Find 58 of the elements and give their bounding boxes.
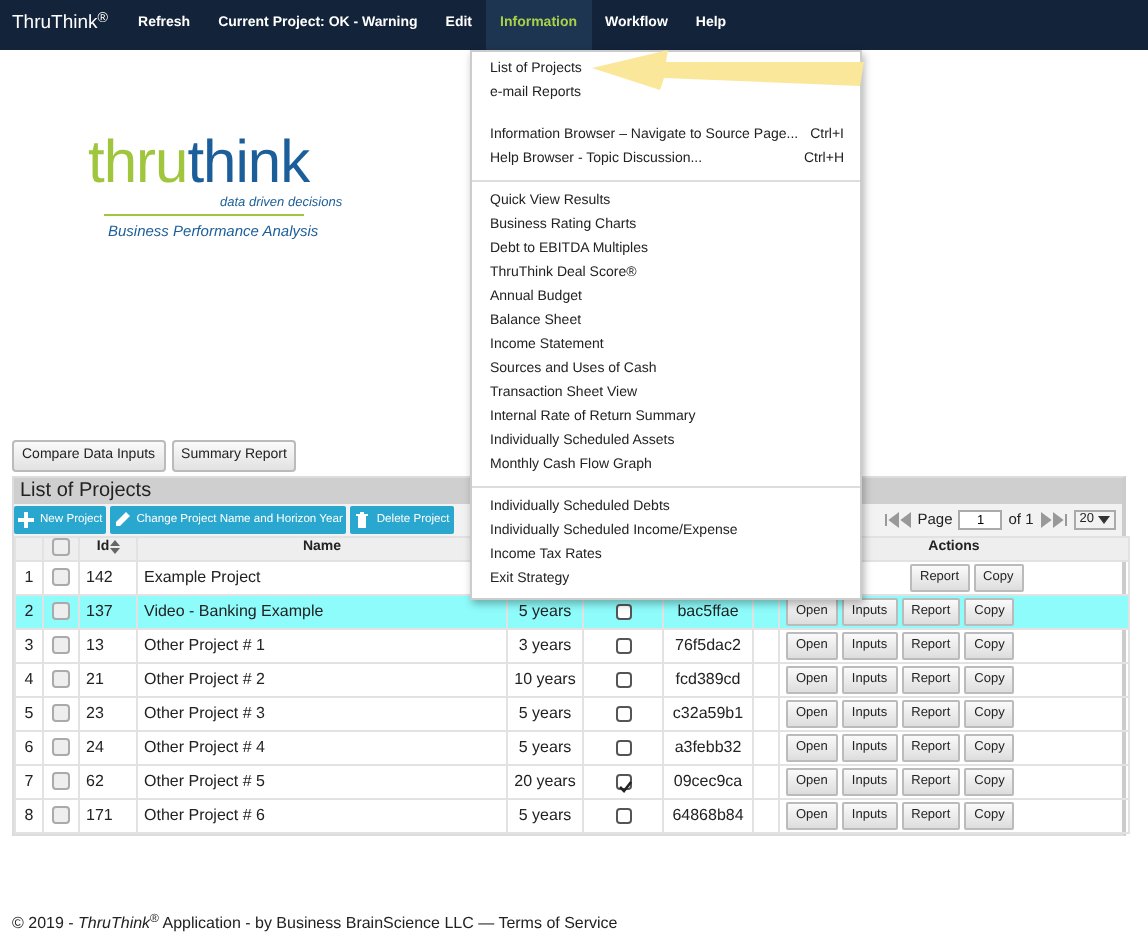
row-number: 5 bbox=[24, 703, 34, 722]
terms-link[interactable]: Terms of Service bbox=[498, 914, 618, 932]
table-cell: 62 bbox=[86, 771, 104, 790]
table-cell: fcd389cd bbox=[675, 669, 741, 688]
table-cell: 142 bbox=[86, 567, 113, 586]
table-cell: 13 bbox=[86, 635, 104, 654]
table-cell: 76f5dac2 bbox=[675, 635, 741, 654]
row-checkbox[interactable] bbox=[52, 704, 70, 723]
table-cell: 24 bbox=[86, 737, 104, 756]
row-number: 6 bbox=[24, 737, 34, 756]
table-cell: 5 years bbox=[518, 703, 572, 722]
table-cell: 171 bbox=[86, 805, 113, 824]
table-cell: c32a59b1 bbox=[672, 703, 744, 722]
row-checkbox[interactable] bbox=[52, 568, 70, 587]
table-cell: 5 years bbox=[518, 737, 572, 756]
table-cell: 3 years bbox=[518, 635, 572, 654]
row-checkbox[interactable] bbox=[52, 738, 70, 757]
table-cell: Other Project # 6 bbox=[144, 805, 265, 824]
brand-link[interactable]: ThruThink$^{®}$ bbox=[8, 0, 125, 50]
table-cell: 09cec9ca bbox=[673, 771, 743, 790]
row-checkbox[interactable] bbox=[52, 670, 70, 689]
previous-page-icon bbox=[883, 512, 912, 528]
table-cell: 5 years bbox=[518, 805, 572, 824]
caret-icon bbox=[1098, 516, 1110, 524]
table-cell: 137 bbox=[86, 601, 113, 620]
row-checkbox[interactable] bbox=[52, 636, 70, 655]
trash-icon bbox=[354, 512, 371, 528]
table-cell: Other Project # 5 bbox=[144, 771, 265, 790]
plus-icon bbox=[18, 512, 34, 528]
row-number: 8 bbox=[24, 805, 34, 824]
footer-text: © 2019 - ThruThink$^{®}$ Application - by Business BrainScience LLC — bbox=[12, 914, 497, 932]
row-checkbox[interactable] bbox=[52, 602, 70, 621]
table-cell: 23 bbox=[86, 703, 104, 722]
table-cell: 5 years bbox=[518, 601, 572, 620]
row-number: 1 bbox=[24, 567, 34, 586]
table-cell: Other Project # 4 bbox=[144, 737, 265, 756]
table-cell: Other Project # 2 bbox=[144, 669, 265, 688]
table-cell: 64868b84 bbox=[672, 805, 744, 824]
row-checkbox[interactable] bbox=[52, 806, 70, 825]
table-cell: bac5ffae bbox=[677, 601, 739, 620]
select-all-checkbox[interactable] bbox=[52, 538, 70, 556]
table-cell: Other Project # 1 bbox=[144, 635, 265, 654]
pencil-icon bbox=[114, 512, 131, 528]
row-number: 7 bbox=[24, 771, 34, 790]
row-checkbox[interactable] bbox=[52, 772, 70, 791]
table-cell: a3febb32 bbox=[674, 737, 742, 756]
table-cell: 20 years bbox=[514, 771, 576, 790]
row-number: 2 bbox=[24, 601, 34, 620]
table-cell: 21 bbox=[86, 669, 104, 688]
row-number: 4 bbox=[24, 669, 34, 688]
table-cell: Example Project bbox=[144, 567, 261, 586]
logo-wordmark: thruthink bbox=[88, 134, 310, 194]
table-cell: Other Project # 3 bbox=[144, 703, 265, 722]
sort-icon bbox=[109, 539, 120, 554]
row-number: 3 bbox=[24, 635, 34, 654]
table-cell: Video - Banking Example bbox=[144, 601, 324, 620]
next-page-icon bbox=[1039, 512, 1068, 528]
table-cell: 10 years bbox=[514, 669, 576, 688]
